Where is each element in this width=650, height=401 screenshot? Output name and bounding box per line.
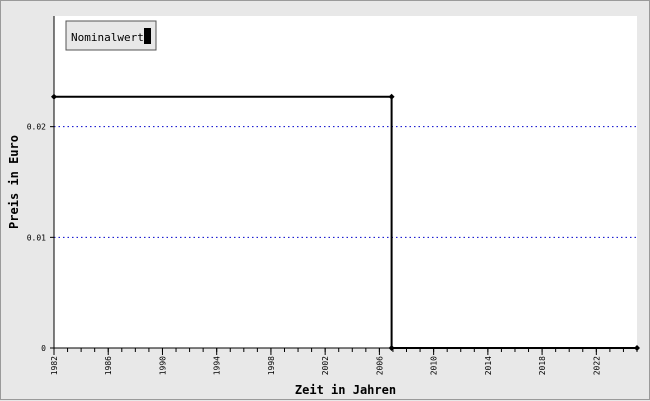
x-tick-label: 2014 — [484, 356, 493, 375]
chart-frame: 1982 1986 1990 1994 1998 2002 2006 2010 2014 2018… — [0, 0, 650, 400]
y-axis-title: Preis in Euro — [7, 135, 21, 229]
x-tick-label: 2010 — [430, 356, 439, 375]
x-tick-label: 1994 — [213, 356, 222, 375]
legend: Nominalwert — [65, 20, 157, 51]
legend-label: Nominalwert — [71, 31, 144, 44]
x-tick-label: 1990 — [158, 356, 167, 375]
y-tick-label: 0.02 — [27, 123, 46, 132]
y-tick-label: 0.01 — [27, 233, 46, 242]
x-axis-title: Zeit in Jahren — [295, 383, 396, 397]
plot-area — [54, 16, 637, 348]
y-tick-label: 0 — [41, 344, 46, 353]
x-tick-label: 1982 — [50, 356, 59, 375]
y-axis-ticks: 0 0.01 0.02 — [27, 123, 54, 353]
x-tick-label: 2006 — [375, 356, 384, 375]
x-tick-label: 2018 — [538, 356, 547, 375]
legend-swatch — [144, 28, 151, 44]
x-tick-label: 2002 — [321, 356, 330, 375]
line-chart: 1982 1986 1990 1994 1998 2002 2006 2010 2014 2018… — [7, 16, 640, 397]
x-tick-label: 1998 — [267, 356, 276, 375]
x-axis-ticks: 1982 1986 1990 1994 1998 2002 2006 2010 2014 2018… — [50, 348, 638, 375]
x-tick-label: 1986 — [104, 356, 113, 375]
x-tick-label: 2022 — [592, 356, 601, 375]
